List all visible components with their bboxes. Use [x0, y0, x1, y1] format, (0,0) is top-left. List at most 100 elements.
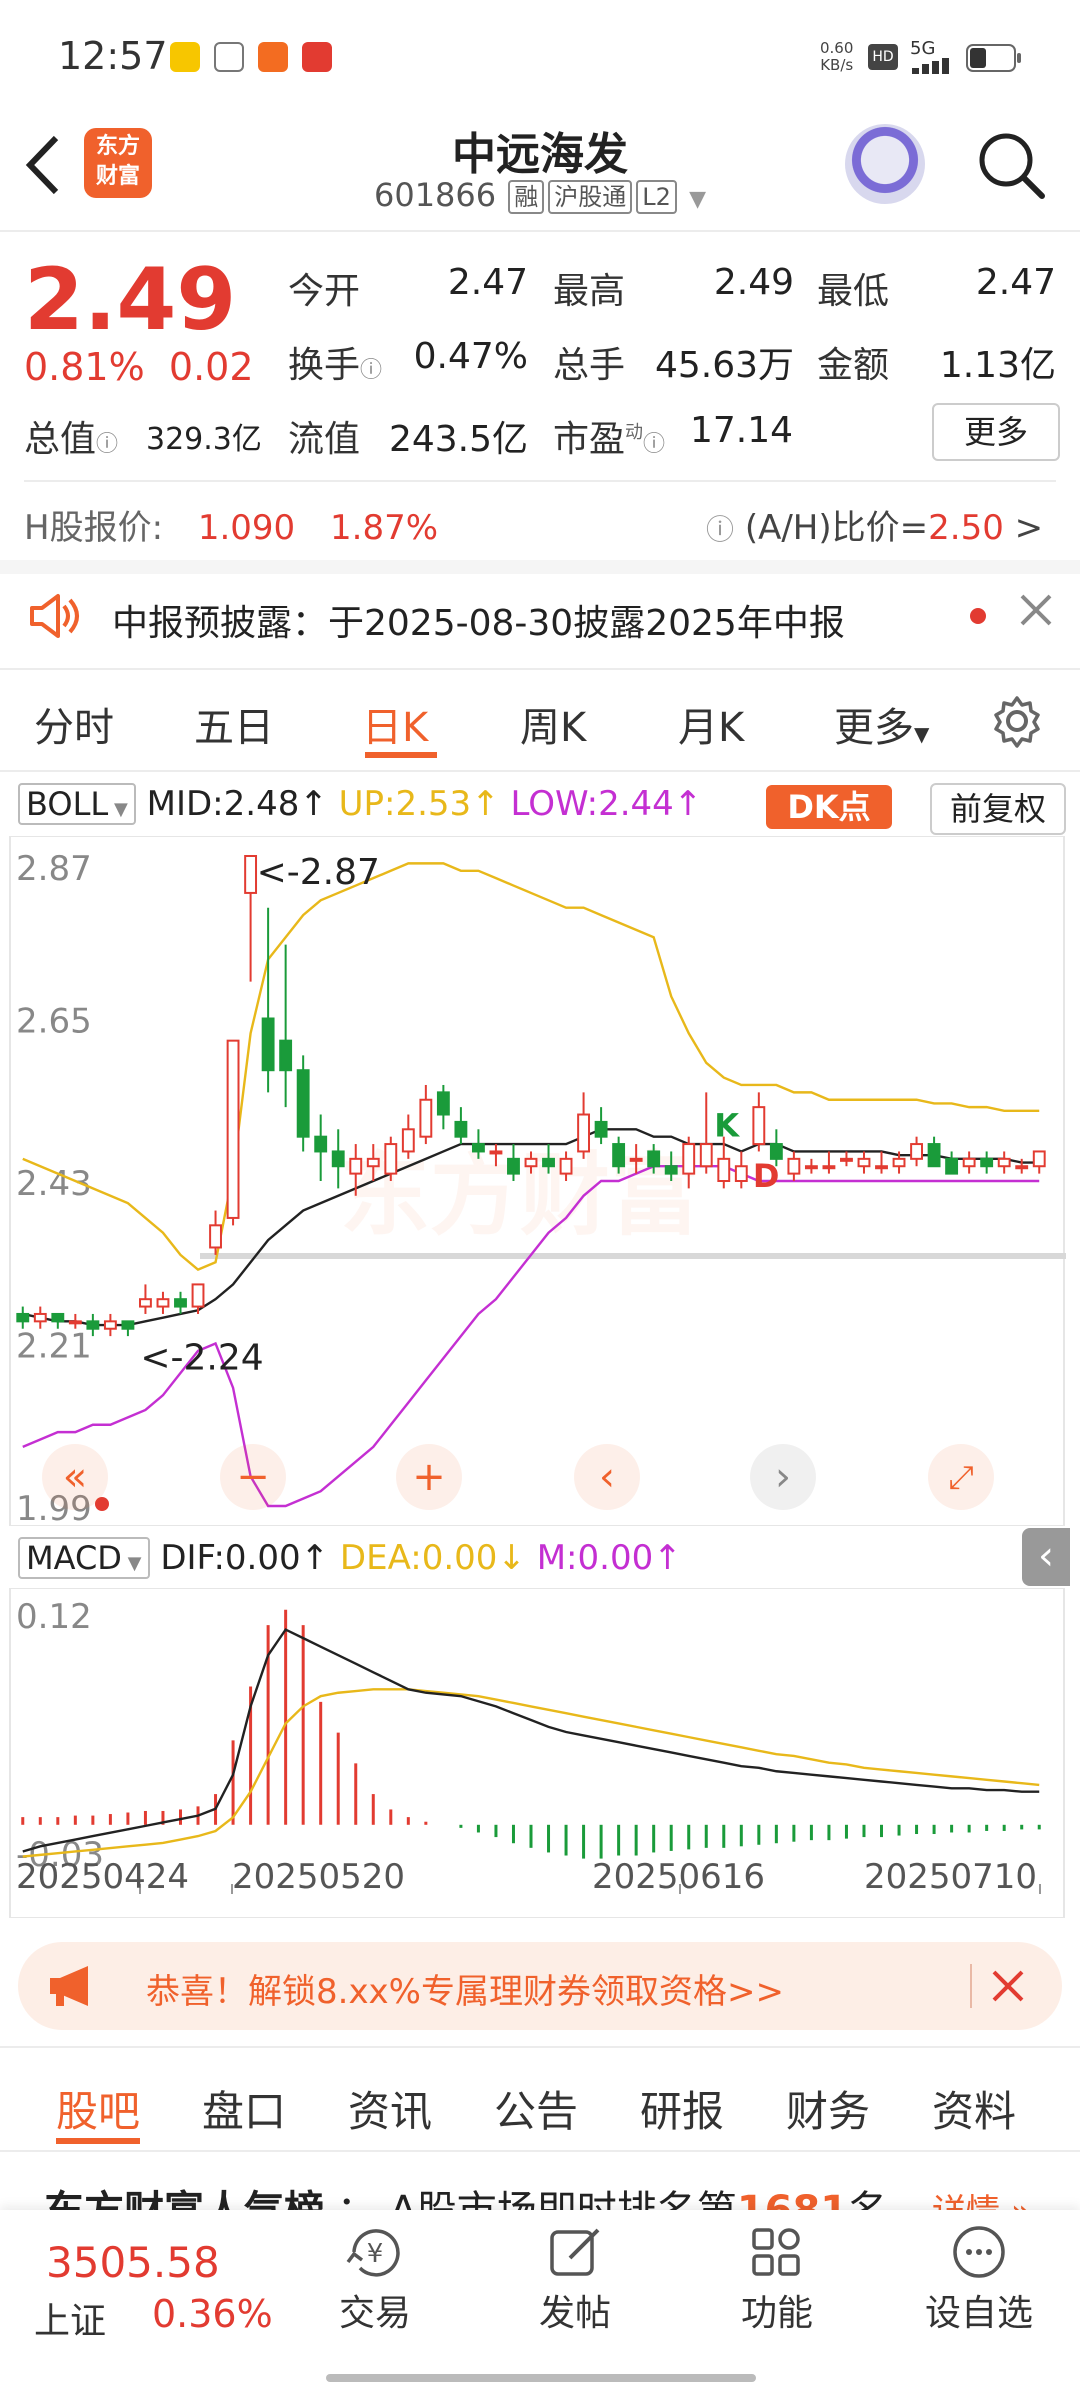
- pe-value: 17.14: [690, 410, 794, 451]
- ah-ratio[interactable]: ⓘ (A/H)比价=2.50 >: [706, 500, 1043, 549]
- scroll-left-far-icon[interactable]: «: [42, 1444, 108, 1510]
- promo-banner[interactable]: 恭喜！解锁8.xx%专属理财券领取资格>>: [18, 1942, 1062, 2030]
- tab-weekly-k[interactable]: 周K: [520, 695, 586, 753]
- candle-body: [68, 1320, 82, 1325]
- zoom-out-icon[interactable]: −: [220, 1444, 286, 1510]
- tab-news[interactable]: 资讯: [348, 2078, 432, 2139]
- fullscreen-icon[interactable]: ⤢: [928, 1444, 994, 1510]
- candle-body: [822, 1165, 836, 1170]
- candle-body: [629, 1157, 643, 1162]
- trade-label: 交易: [338, 2293, 411, 2334]
- candle: [156, 1291, 170, 1314]
- more-button[interactable]: 更多: [932, 403, 1060, 461]
- zoom-in-icon[interactable]: +: [396, 1444, 462, 1510]
- h-share-price: 1.090: [197, 508, 296, 548]
- candle-body: [682, 1143, 696, 1175]
- tab-profile[interactable]: 资料: [932, 2078, 1016, 2139]
- float-label: 流值: [288, 419, 361, 460]
- close-icon[interactable]: [990, 1968, 1026, 2008]
- tab-guba[interactable]: 股吧: [56, 2078, 140, 2139]
- macd-dif-value: DIF:0.00: [160, 1538, 301, 1578]
- tab-finance[interactable]: 财务: [786, 2078, 870, 2139]
- close-icon[interactable]: [1018, 592, 1054, 632]
- post-button[interactable]: 发帖: [510, 2224, 640, 2336]
- candle-body: [314, 1135, 328, 1153]
- candle-body: [875, 1165, 888, 1170]
- macd-chart[interactable]: 0.12-0.0320250424 20250520 20250616 2025071…: [0, 1588, 1080, 1918]
- dk-point-button[interactable]: DK点: [766, 785, 892, 829]
- candle-body: [559, 1157, 573, 1175]
- candle: [752, 1092, 766, 1152]
- earnings-notice[interactable]: 中报预披露：于2025-08-30披露2025年中报: [0, 568, 1080, 668]
- candlestick-chart[interactable]: 东方财富2.872.652.432.211.99<-2.87<-2.24KD: [0, 836, 1080, 1526]
- d-signal: D: [753, 1157, 780, 1195]
- indicator-selector-macd[interactable]: MACD ▼: [18, 1537, 150, 1579]
- index-pct[interactable]: 0.36%: [152, 2292, 273, 2336]
- x-tick-label: 20250710: [864, 1857, 1037, 1897]
- promo-text: 恭喜！解锁8.xx%专属理财券领取资格>>: [146, 1972, 784, 2012]
- chevron-down-icon: ▼: [914, 722, 930, 746]
- candle-body: [577, 1113, 591, 1153]
- candle-body: [997, 1157, 1011, 1168]
- tab-pankou[interactable]: 盘口: [202, 2078, 286, 2139]
- candle: [787, 1151, 801, 1181]
- tab-intraday[interactable]: 分时: [34, 695, 114, 753]
- candle-body: [174, 1298, 187, 1308]
- candle-body: [787, 1157, 801, 1175]
- h-share-row[interactable]: H股报价: 1.090 1.87%: [24, 500, 438, 549]
- y-tick-label: 2.65: [16, 1002, 92, 1042]
- index-value[interactable]: 3505.58: [46, 2238, 220, 2287]
- scroll-left-icon[interactable]: ‹: [574, 1444, 640, 1510]
- app-notification-icon: [258, 42, 288, 72]
- candle: [577, 1092, 591, 1159]
- float-value: 243.5亿: [388, 419, 528, 460]
- collapse-panel-icon[interactable]: ‹: [1022, 1528, 1070, 1586]
- status-time: 12:57: [58, 34, 168, 78]
- x-tick-label: 20250424: [16, 1857, 189, 1897]
- candle: [997, 1151, 1011, 1174]
- unread-dot: [970, 608, 986, 624]
- hk-connect-tag: 沪股通: [548, 180, 633, 214]
- tab-five-day[interactable]: 五日: [194, 695, 274, 753]
- candle-body: [524, 1157, 538, 1168]
- info-icon: ⓘ: [96, 432, 119, 457]
- settings-gear-icon[interactable]: [990, 694, 1044, 752]
- tab-announcements[interactable]: 公告: [494, 2078, 578, 2139]
- divider: [24, 480, 1056, 482]
- macd-dea-value: DEA:0.00↓: [339, 1538, 526, 1578]
- net-speed: 0.60 KB/s: [820, 39, 854, 74]
- x-tick-label: 20250616: [592, 1857, 765, 1897]
- divider: [0, 770, 1080, 772]
- candle-body: [261, 1017, 275, 1072]
- trade-yen-icon: ¥: [310, 2224, 440, 2284]
- indicator-selector-boll[interactable]: BOLL ▼: [18, 783, 136, 825]
- bottom-toolbar: 3505.58 上证 0.36% ¥ 交易 发帖 功能 设自选: [0, 2210, 1080, 2388]
- candle: [261, 907, 275, 1093]
- scroll-right-icon[interactable]: ›: [750, 1444, 816, 1510]
- tab-research[interactable]: 研报: [640, 2078, 724, 2139]
- tab-monthly-k[interactable]: 月K: [678, 695, 744, 753]
- divider: [0, 230, 1080, 232]
- add-watchlist-button[interactable]: 设自选: [914, 2224, 1044, 2336]
- search-icon[interactable]: [976, 130, 1046, 200]
- trade-button[interactable]: ¥ 交易: [310, 2224, 440, 2336]
- tab-daily-k[interactable]: 日K: [362, 695, 428, 753]
- y-tick-label: 0.12: [16, 1597, 92, 1637]
- candle-body: [366, 1157, 380, 1168]
- price-adjust-button[interactable]: 前复权: [930, 783, 1066, 835]
- stock-code: 601866: [373, 176, 497, 214]
- turnover-label: 换手ⓘ: [288, 345, 383, 386]
- function-label: 功能: [740, 2293, 813, 2334]
- chevron-down-icon: ▼: [689, 187, 707, 212]
- robot-assistant-avatar[interactable]: [845, 124, 925, 204]
- candle: [910, 1136, 923, 1167]
- index-name[interactable]: 上证: [34, 2292, 106, 2344]
- candle: [279, 944, 293, 1108]
- candle-body: [384, 1143, 398, 1175]
- amount-label: 金额: [817, 345, 890, 386]
- annotation-max: <-2.87: [257, 852, 380, 893]
- function-button[interactable]: 功能: [712, 2224, 842, 2336]
- tab-more[interactable]: 更多▼: [834, 695, 929, 753]
- active-tab-indicator: [56, 2138, 140, 2144]
- candle: [419, 1084, 433, 1145]
